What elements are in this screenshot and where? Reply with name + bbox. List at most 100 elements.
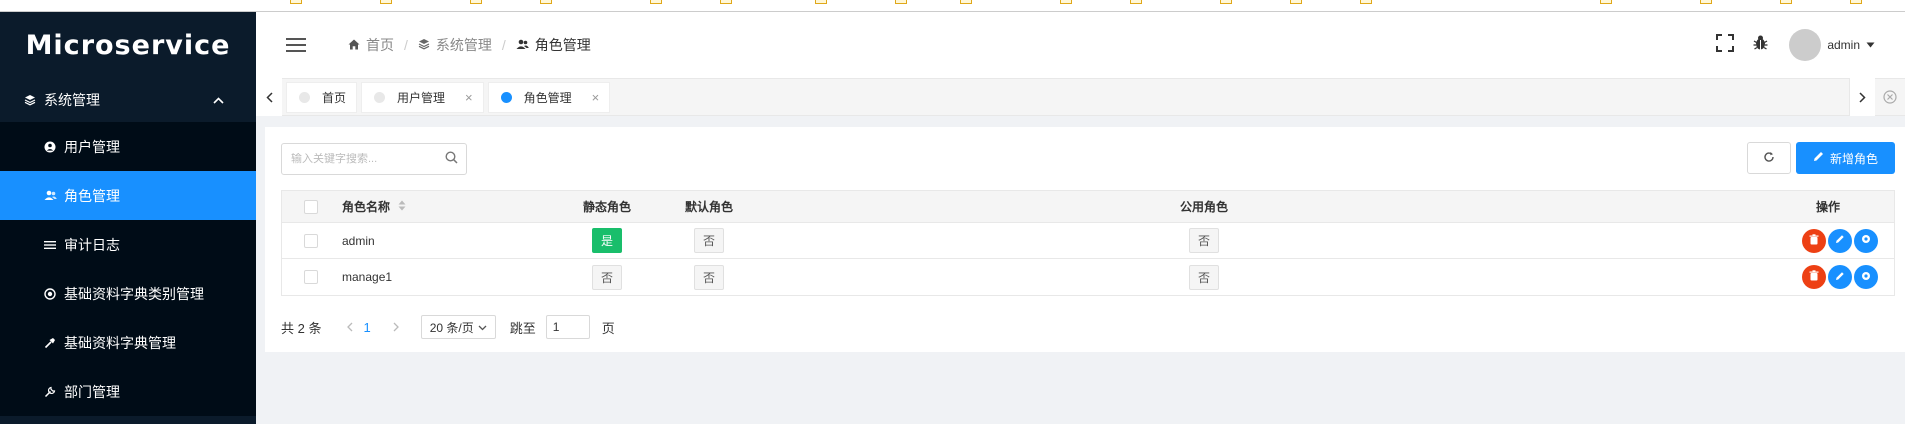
delete-button[interactable] (1802, 265, 1826, 289)
tab-home[interactable]: 首页 (286, 81, 358, 113)
top-header: 首页 / 系统管理 / 角色管理 admin (256, 12, 1905, 78)
prev-page-icon[interactable] (347, 320, 353, 335)
tab-status-dot (299, 91, 310, 103)
menu-toggle-icon[interactable] (286, 38, 306, 52)
edit-icon (1813, 151, 1824, 165)
user-circle-icon (44, 141, 62, 153)
edit-icon (1835, 234, 1845, 247)
sidebar-item-label: 角色管理 (64, 187, 120, 204)
wrench-icon (44, 386, 62, 398)
select-all-checkbox[interactable] (304, 199, 318, 214)
tab-label: 首页 (322, 90, 347, 105)
settings-circle-icon (1861, 234, 1871, 247)
bug-icon[interactable] (1752, 34, 1769, 56)
sidebar: Microservice 系统管理 用户管理 角色管理 审计日志 基础资料字典类… (0, 12, 256, 424)
list-icon (44, 240, 62, 250)
public-role-badge: 否 (1188, 228, 1219, 253)
column-header-actions: 操作 (1815, 200, 1840, 214)
tab-user-management[interactable]: 用户管理 × (361, 81, 484, 113)
row-checkbox[interactable] (304, 270, 318, 284)
trash-icon (1809, 270, 1819, 284)
edit-icon (1835, 271, 1845, 284)
sidebar-item-label: 基础资料字典类别管理 (64, 285, 204, 302)
users-icon (44, 190, 62, 201)
table-row: admin 是 否 否 (282, 223, 1894, 259)
column-header-default: 默认角色 (684, 200, 733, 214)
column-header-name[interactable]: 角色名称 (342, 198, 390, 215)
app-logo: Microservice (25, 29, 231, 61)
add-role-button[interactable]: 新增角色 (1796, 142, 1895, 174)
sidebar-item-dict-category[interactable]: 基础资料字典类别管理 (0, 269, 256, 318)
permissions-button[interactable] (1854, 265, 1878, 289)
search-box[interactable] (281, 143, 467, 175)
tab-role-management[interactable]: 角色管理 × (487, 81, 611, 113)
edit-button[interactable] (1828, 265, 1852, 289)
refresh-button[interactable] (1747, 142, 1791, 174)
default-role-badge: 否 (693, 228, 724, 253)
jump-input[interactable]: 1 (545, 315, 590, 339)
default-role-badge: 否 (693, 264, 724, 290)
tabs-bar: 首页 用户管理 × 角色管理 × (256, 78, 1905, 116)
sidebar-item-label: 用户管理 (64, 138, 120, 155)
fullscreen-icon[interactable] (1716, 33, 1735, 57)
page-size-select[interactable]: 20 条/页 (420, 315, 496, 339)
close-all-tabs-icon[interactable] (1875, 90, 1905, 104)
table-header-row: 角色名称 静态角色 默认角色 公用角色 操作 (282, 191, 1894, 223)
settings-circle-icon (1861, 271, 1871, 284)
breadcrumb-current: 角色管理 (516, 35, 591, 55)
public-role-badge: 否 (1188, 264, 1219, 290)
delete-button[interactable] (1802, 228, 1826, 253)
layers-icon (418, 37, 430, 53)
sidebar-item-department[interactable]: 部门管理 (0, 367, 256, 416)
sidebar-item-user-management[interactable]: 用户管理 (0, 122, 256, 171)
breadcrumb-separator: / (404, 37, 408, 53)
column-header-public: 公用角色 (1179, 200, 1228, 214)
tabs-scroll-right-icon[interactable] (1849, 78, 1875, 116)
sidebar-item-dict[interactable]: 基础资料字典管理 (0, 318, 256, 367)
username[interactable]: admin (1827, 38, 1860, 52)
page-number[interactable]: 1 (363, 320, 370, 335)
avatar[interactable] (1789, 29, 1822, 61)
content-card: 新增角色 角色名称 静态角色 默认角色 公用角色 操作 admin 是 否 否 (265, 127, 1905, 352)
users-icon (516, 37, 529, 53)
role-name: manage1 (342, 270, 393, 284)
close-icon[interactable]: × (465, 90, 473, 105)
row-checkbox[interactable] (304, 233, 318, 248)
settings-circle-icon (44, 287, 62, 300)
layers-icon (24, 94, 42, 106)
sidebar-item-label: 部门管理 (64, 383, 120, 400)
static-role-badge: 是 (591, 228, 622, 253)
chevron-down-icon (478, 320, 487, 334)
page-size-value: 20 条/页 (429, 320, 474, 335)
sidebar-item-audit-log[interactable]: 审计日志 (0, 220, 256, 269)
sort-icon[interactable] (398, 200, 406, 213)
pagination: 共 2 条 1 20 条/页 跳至 1 页 (281, 315, 615, 339)
close-icon[interactable]: × (592, 90, 600, 105)
page-suffix: 页 (601, 320, 615, 336)
tab-label: 角色管理 (523, 90, 572, 105)
tab-label: 用户管理 (397, 90, 446, 105)
next-page-icon[interactable] (393, 320, 399, 335)
tabs-scroll-left-icon[interactable] (256, 78, 282, 116)
top-strip (0, 0, 1905, 12)
breadcrumb-home[interactable]: 首页 (348, 35, 394, 55)
sidebar-item-label: 审计日志 (64, 236, 120, 253)
permissions-button[interactable] (1854, 228, 1878, 253)
breadcrumb-label: 系统管理 (435, 37, 492, 53)
role-name: admin (342, 233, 375, 248)
edit-button[interactable] (1828, 228, 1852, 253)
column-header-static: 静态角色 (582, 200, 631, 214)
tab-status-dot (500, 91, 512, 103)
caret-down-icon[interactable] (1866, 40, 1875, 51)
sidebar-group-label: 系统管理 (44, 92, 100, 108)
breadcrumb-system[interactable]: 系统管理 (418, 35, 492, 55)
breadcrumb-label: 首页 (366, 37, 394, 53)
add-role-label: 新增角色 (1829, 151, 1878, 166)
sidebar-item-role-management[interactable]: 角色管理 (0, 171, 256, 220)
search-icon[interactable] (445, 151, 458, 167)
sidebar-group-system[interactable]: 系统管理 (0, 78, 256, 122)
search-input[interactable] (291, 153, 441, 165)
breadcrumb-label: 角色管理 (534, 37, 591, 53)
table-row: manage1 否 否 否 (282, 259, 1894, 295)
breadcrumb: 首页 / 系统管理 / 角色管理 (348, 35, 591, 55)
